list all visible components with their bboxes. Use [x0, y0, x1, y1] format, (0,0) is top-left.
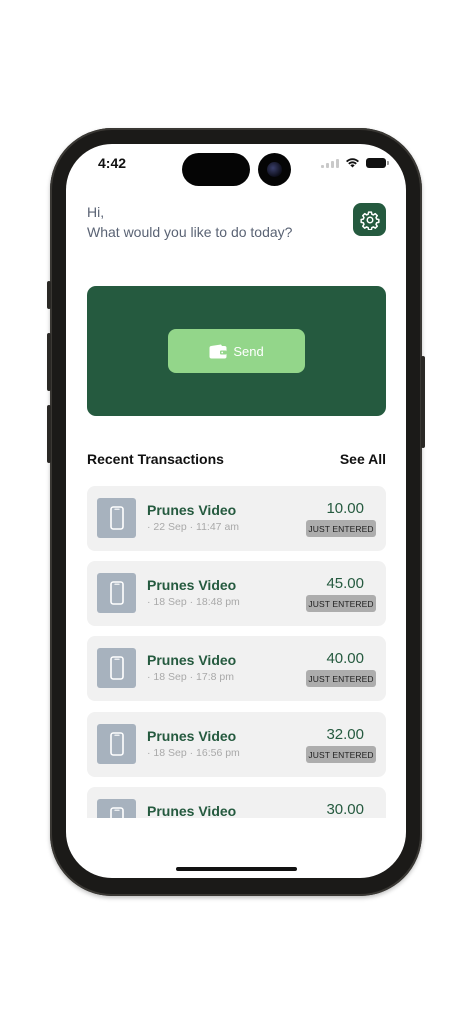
transaction-amount: 45.00 [326, 575, 364, 592]
smartphone-icon [109, 732, 124, 756]
transaction-card[interactable]: Prunes Video · 18 Sep · 18:48 pm 45.00 J… [87, 561, 386, 626]
transaction-date-time: · 22 Sep · 11:47 am [147, 521, 240, 533]
status-badge: JUST ENTERED [306, 520, 376, 537]
transaction-amount: 10.00 [326, 500, 364, 517]
home-indicator[interactable] [176, 867, 297, 871]
status-badge: JUST ENTERED [306, 746, 376, 763]
transaction-title: Prunes Video [147, 803, 237, 818]
transactions-list[interactable]: Prunes Video · 22 Sep · 11:47 am 10.00 J… [87, 486, 386, 818]
gear-icon [359, 210, 380, 230]
transaction-title: Prunes Video [147, 577, 237, 593]
transaction-card[interactable]: Prunes Video · 22 Sep · 11:47 am 10.00 J… [87, 486, 386, 551]
status-bar: 4:42 [66, 144, 406, 188]
transaction-amount: 32.00 [326, 726, 364, 743]
status-time: 4:42 [98, 155, 127, 171]
smartphone-icon [109, 506, 124, 530]
dynamic-island [182, 153, 250, 186]
transaction-thumbnail [97, 573, 136, 613]
greeting: Hi, What would you like to do today? [87, 202, 292, 242]
wallet-icon [209, 344, 227, 358]
transaction-date-time: · 18 Sep · 16:56 pm [147, 747, 240, 759]
battery-icon [366, 157, 389, 168]
volume-up-button [47, 333, 51, 391]
transaction-card[interactable]: Prunes Video 30.00 [87, 787, 386, 818]
cellular-signal-icon [321, 158, 339, 168]
transaction-amount: 40.00 [326, 650, 364, 667]
smartphone-icon [109, 656, 124, 680]
transaction-card[interactable]: Prunes Video · 18 Sep · 16:56 pm 32.00 J… [87, 712, 386, 777]
settings-button[interactable] [353, 203, 386, 236]
volume-down-button [47, 405, 51, 463]
transaction-date-time: · 18 Sep · 18:48 pm [147, 596, 240, 608]
see-all-link[interactable]: See All [340, 451, 386, 467]
smartphone-icon [109, 807, 124, 818]
transaction-title: Prunes Video [147, 652, 237, 668]
transaction-title: Prunes Video [147, 502, 237, 518]
camera-icon [258, 153, 291, 186]
send-label: Send [233, 343, 264, 359]
greeting-hi: Hi, [87, 204, 105, 220]
status-badge: JUST ENTERED [306, 595, 376, 612]
transaction-title: Prunes Video [147, 728, 237, 744]
smartphone-icon [109, 581, 124, 605]
transaction-amount: 30.00 [326, 801, 364, 818]
transaction-card[interactable]: Prunes Video · 18 Sep · 17:8 pm 40.00 JU… [87, 636, 386, 701]
transaction-thumbnail [97, 498, 136, 538]
section-title: Recent Transactions [87, 451, 224, 467]
wifi-icon [346, 158, 359, 168]
mute-switch [47, 281, 51, 309]
transaction-date-time: · 18 Sep · 17:8 pm [147, 671, 234, 683]
hero-card: Send [87, 286, 386, 416]
transaction-thumbnail [97, 724, 136, 764]
recent-transactions-header: Recent Transactions See All [87, 451, 386, 467]
transaction-thumbnail [97, 648, 136, 688]
status-badge: JUST ENTERED [306, 670, 376, 687]
status-icons [321, 157, 389, 168]
app-screen: 4:42 Hi, What would you like to do today… [66, 144, 406, 878]
send-button[interactable]: Send [168, 329, 305, 373]
transaction-thumbnail [97, 799, 136, 818]
power-button [421, 356, 425, 448]
greeting-question: What would you like to do today? [87, 224, 293, 240]
